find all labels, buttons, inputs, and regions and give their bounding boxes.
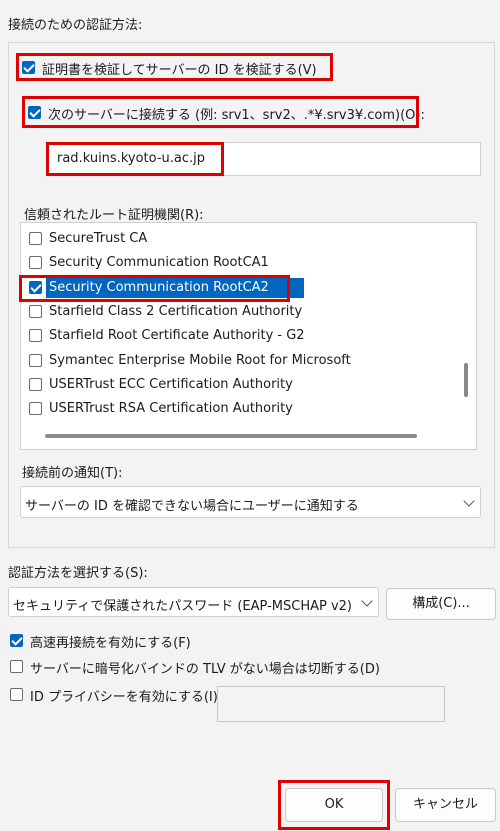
configure-button[interactable]: 構成(C)... — [386, 588, 496, 620]
list-item-label: Starfield Root Certificate Authority - G… — [49, 328, 305, 343]
list-item-checkbox[interactable] — [29, 329, 42, 342]
list-item[interactable]: SecureTrust CA — [21, 228, 459, 250]
notify-select-value: サーバーの ID を確認できない場合にユーザーに通知する — [25, 499, 359, 514]
list-item-label: Starfield Class 2 Certification Authorit… — [49, 304, 303, 319]
highlight-ok-button — [278, 780, 390, 830]
notify-select[interactable]: サーバーの ID を確認できない場合にユーザーに通知する — [20, 486, 481, 518]
list-item-checkbox[interactable] — [29, 378, 42, 391]
fast-reconnect-row[interactable]: 高速再接続を有効にする(F) — [8, 630, 308, 652]
list-item-label: Symantec Enterprise Mobile Root for Micr… — [49, 353, 351, 368]
list-item[interactable]: Starfield Class 2 Certification Authorit… — [21, 301, 459, 323]
id-privacy-checkbox[interactable] — [10, 688, 23, 701]
horizontal-scrollbar-thumb[interactable] — [45, 434, 417, 438]
list-item[interactable]: Security Communication RootCA1 — [21, 252, 459, 274]
chevron-down-icon — [361, 595, 373, 607]
cancel-button[interactable]: キャンセル — [395, 788, 496, 822]
list-item-label: Security Communication RootCA1 — [49, 255, 269, 270]
list-item[interactable]: USERTrust ECC Certification Authority — [21, 374, 459, 396]
list-item-checkbox[interactable] — [29, 232, 42, 245]
list-item-checkbox[interactable] — [29, 305, 42, 318]
list-item[interactable]: Starfield Root Certificate Authority - G… — [21, 325, 459, 347]
id-privacy-input[interactable] — [217, 686, 445, 722]
highlight-server-name — [46, 142, 224, 176]
group-title: 接続のための認証方法: — [8, 18, 143, 33]
disconnect-tlv-row[interactable]: サーバーに暗号化バインドの TLV がない場合は切断する(D) — [8, 656, 428, 678]
auth-method-select[interactable]: セキュリティで保護されたパスワード (EAP-MSCHAP v2) — [8, 587, 379, 617]
vertical-scrollbar-thumb[interactable] — [464, 363, 468, 397]
highlight-connect-servers — [22, 96, 419, 128]
root-ca-label: 信頼されたルート証明機関(R): — [24, 208, 204, 223]
root-ca-list[interactable]: SecureTrust CA Security Communication Ro… — [20, 222, 477, 450]
notify-label: 接続前の通知(T): — [22, 466, 123, 481]
list-item-label: USERTrust ECC Certification Authority — [49, 377, 293, 392]
list-item-checkbox[interactable] — [29, 256, 42, 269]
id-privacy-label: ID プライバシーを有効にする(I) — [30, 690, 218, 705]
disconnect-tlv-checkbox[interactable] — [10, 660, 23, 673]
list-item-label: USERTrust RSA Certification Authority — [49, 401, 293, 416]
fast-reconnect-label: 高速再接続を有効にする(F) — [30, 636, 191, 651]
list-item-checkbox[interactable] — [29, 354, 42, 367]
highlight-selected-ca — [19, 275, 290, 302]
id-privacy-row[interactable]: ID プライバシーを有効にする(I) — [8, 684, 218, 706]
list-item[interactable]: Symantec Enterprise Mobile Root for Micr… — [21, 350, 459, 372]
auth-method-label: 認証方法を選択する(S): — [8, 566, 148, 581]
list-item[interactable]: USERTrust RSA Certification Authority — [21, 398, 459, 420]
list-item-label: SecureTrust CA — [49, 231, 148, 246]
auth-method-select-value: セキュリティで保護されたパスワード (EAP-MSCHAP v2) — [13, 599, 352, 614]
chevron-down-icon — [463, 495, 475, 507]
disconnect-tlv-label: サーバーに暗号化バインドの TLV がない場合は切断する(D) — [30, 662, 380, 677]
list-item-checkbox[interactable] — [29, 402, 42, 415]
highlight-verify-cert — [16, 53, 333, 81]
fast-reconnect-checkbox[interactable] — [10, 634, 23, 647]
